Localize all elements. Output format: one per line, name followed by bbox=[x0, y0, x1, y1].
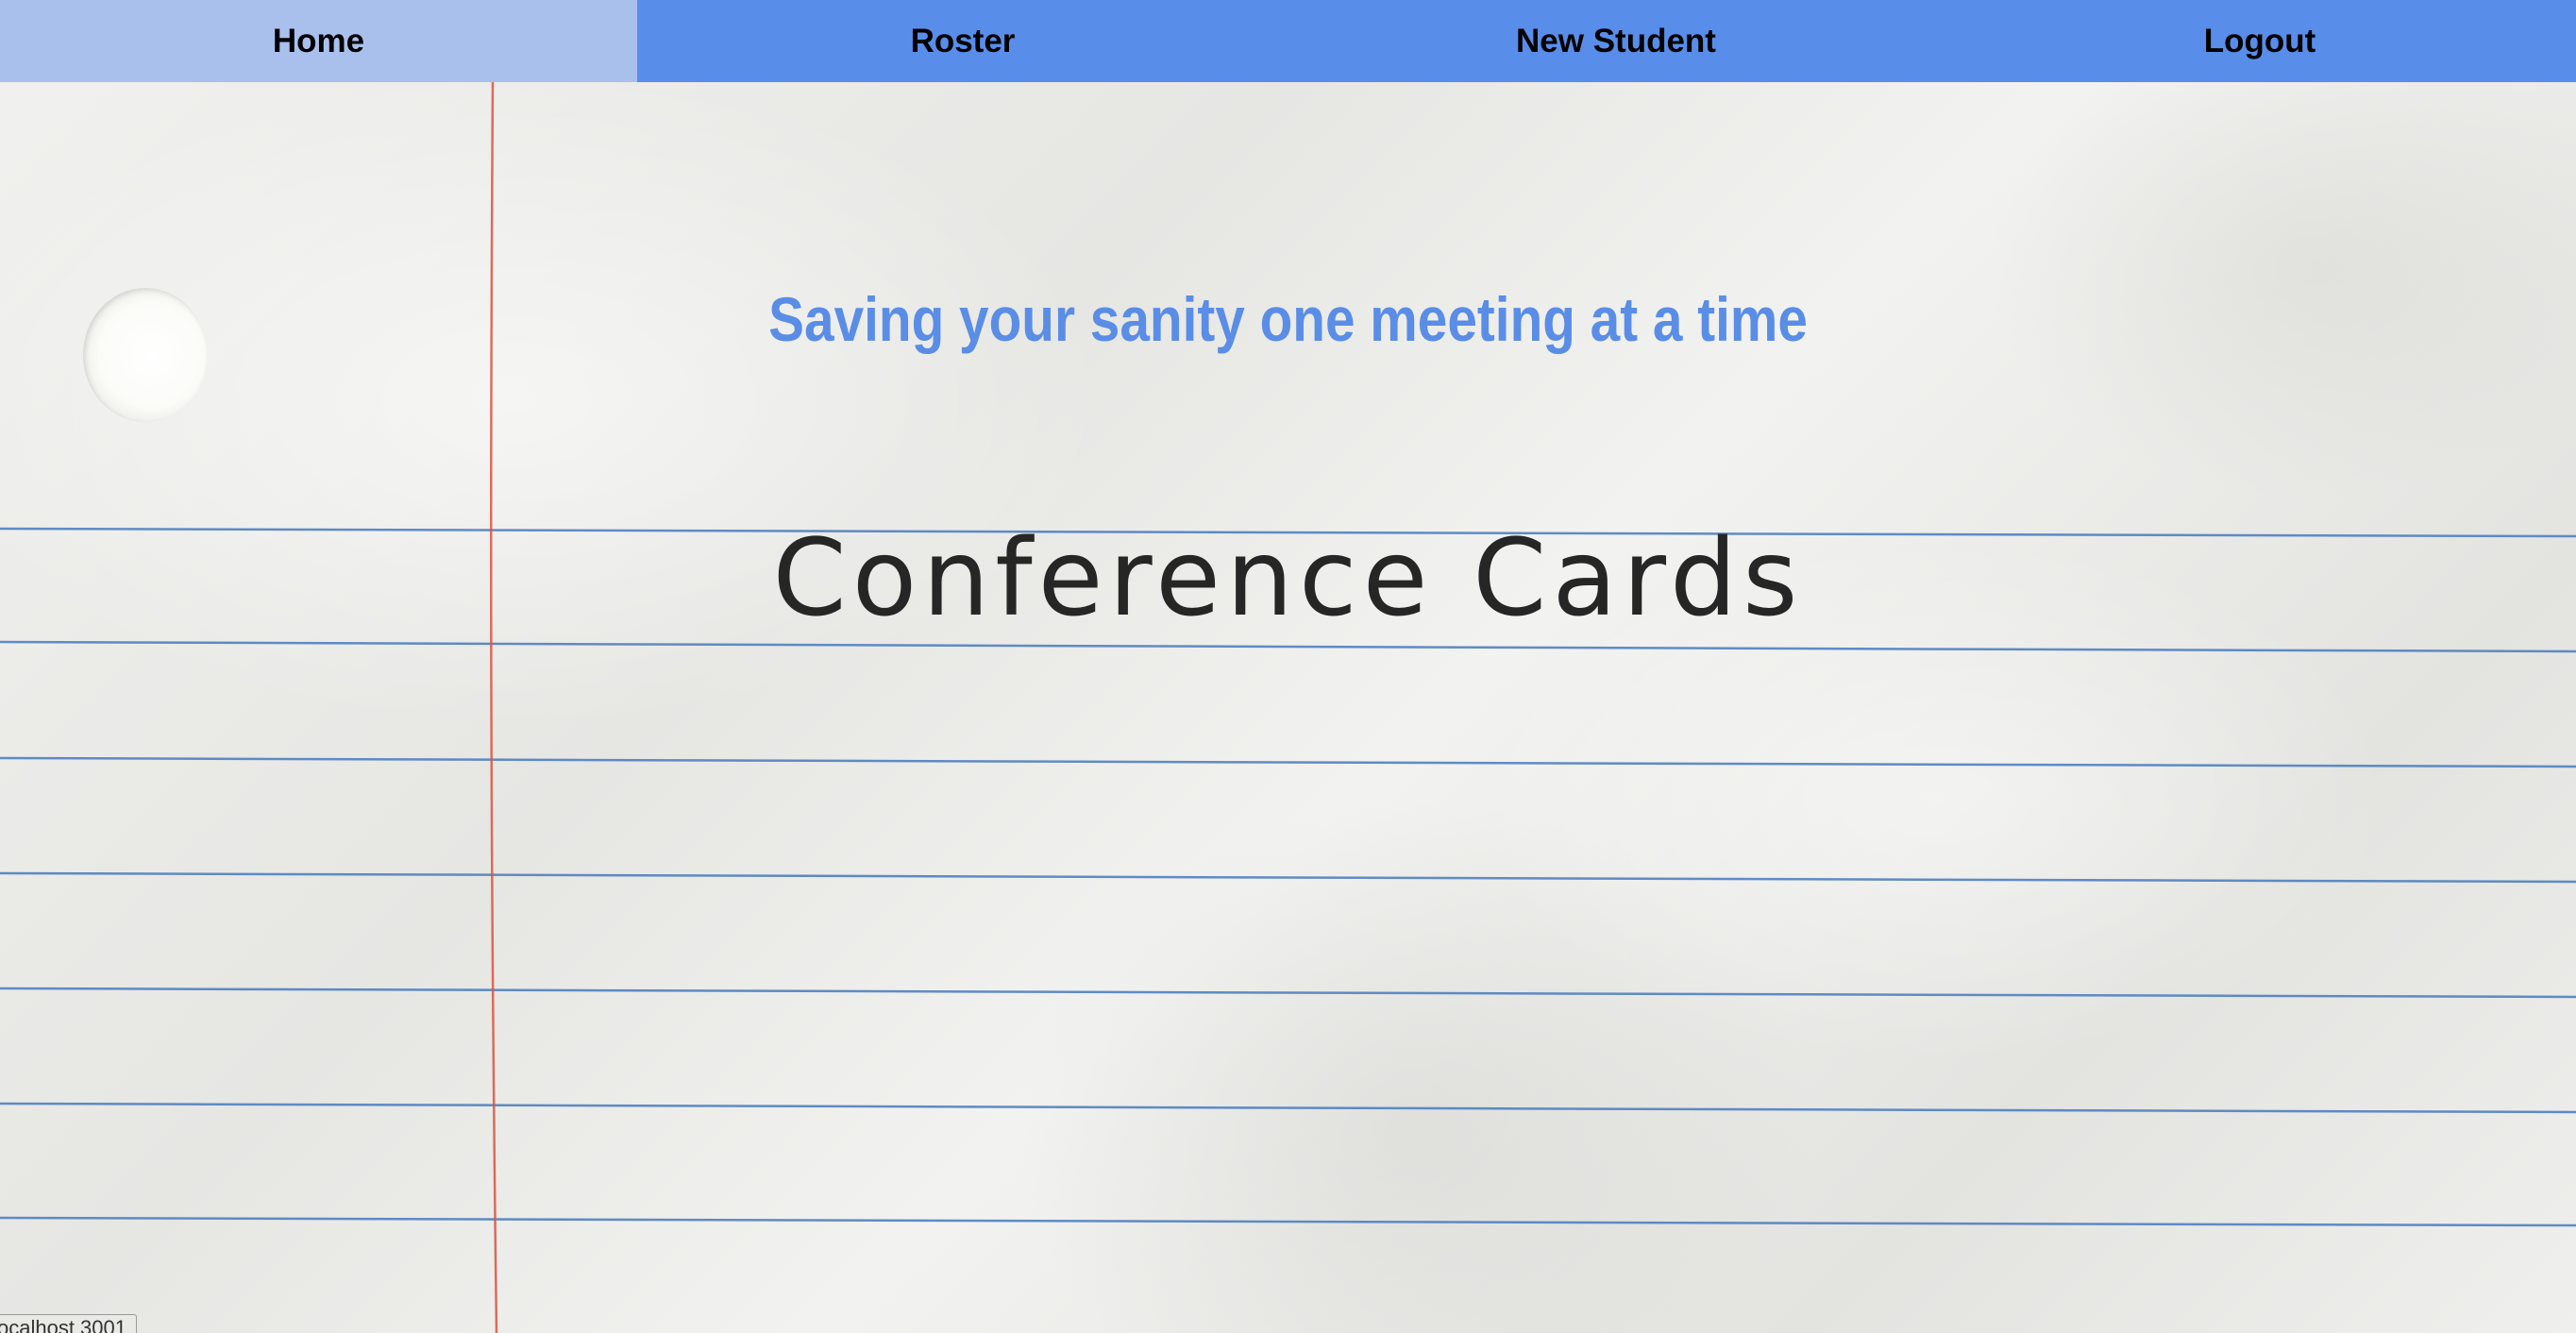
paper-background bbox=[0, 0, 2576, 1333]
ruled-lines bbox=[0, 81, 2576, 1333]
nav-new-student[interactable]: New Student bbox=[1288, 0, 1944, 82]
status-badge: ocalhost 3001 bbox=[0, 1314, 137, 1333]
page-title: Conference Cards bbox=[772, 517, 1804, 640]
nav-roster[interactable]: Roster bbox=[637, 0, 1288, 82]
nav-home[interactable]: Home bbox=[0, 0, 637, 82]
tagline: Saving your sanity one meeting at a time bbox=[768, 284, 1808, 354]
nav-logout[interactable]: Logout bbox=[1944, 0, 2576, 82]
top-nav: Home Roster New Student Logout bbox=[0, 0, 2576, 82]
